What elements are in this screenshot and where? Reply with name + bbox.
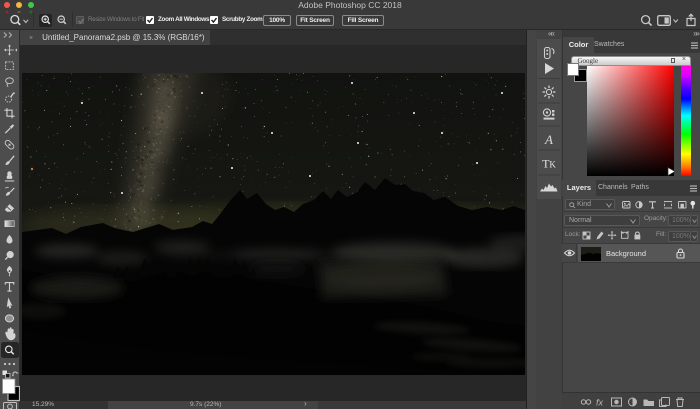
svg-text:A: A (544, 132, 553, 147)
svg-text:fx: fx (596, 398, 604, 408)
svg-text:TK: TK (542, 157, 556, 171)
